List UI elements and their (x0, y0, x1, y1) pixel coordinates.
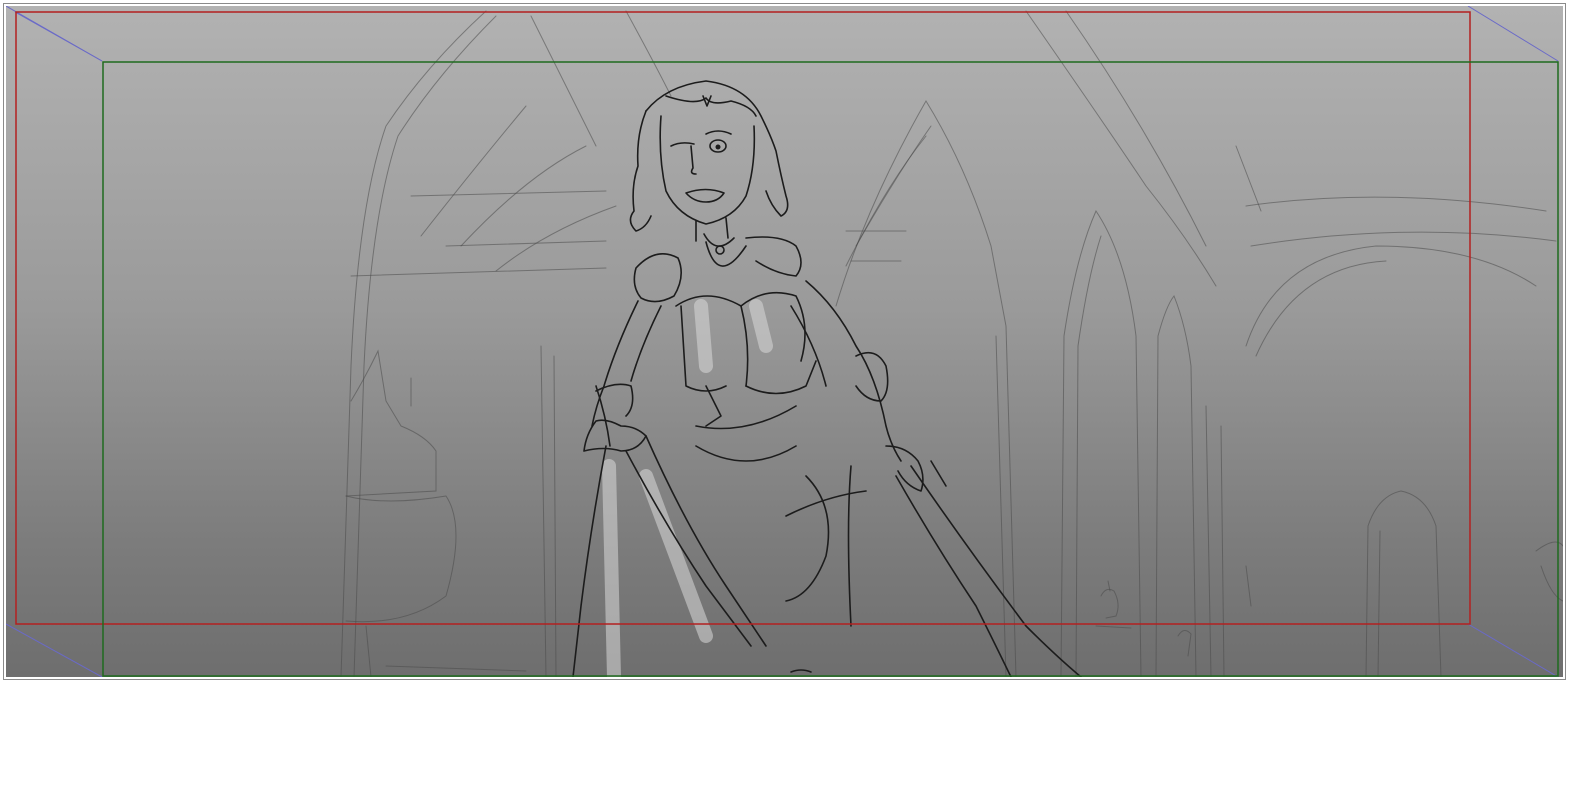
camera-perspective-lines (6, 6, 1559, 677)
safe-area-frame (102, 61, 1559, 677)
storyboard-panel-canvas (6, 6, 1563, 677)
storyboard-panel-frame (3, 3, 1566, 680)
sketch-drawing (6, 6, 1563, 677)
character-sketch-woman-in-gown (572, 80, 1082, 677)
background-architecture-sketch (340, 10, 1563, 677)
light-ray-highlights (602, 299, 773, 677)
